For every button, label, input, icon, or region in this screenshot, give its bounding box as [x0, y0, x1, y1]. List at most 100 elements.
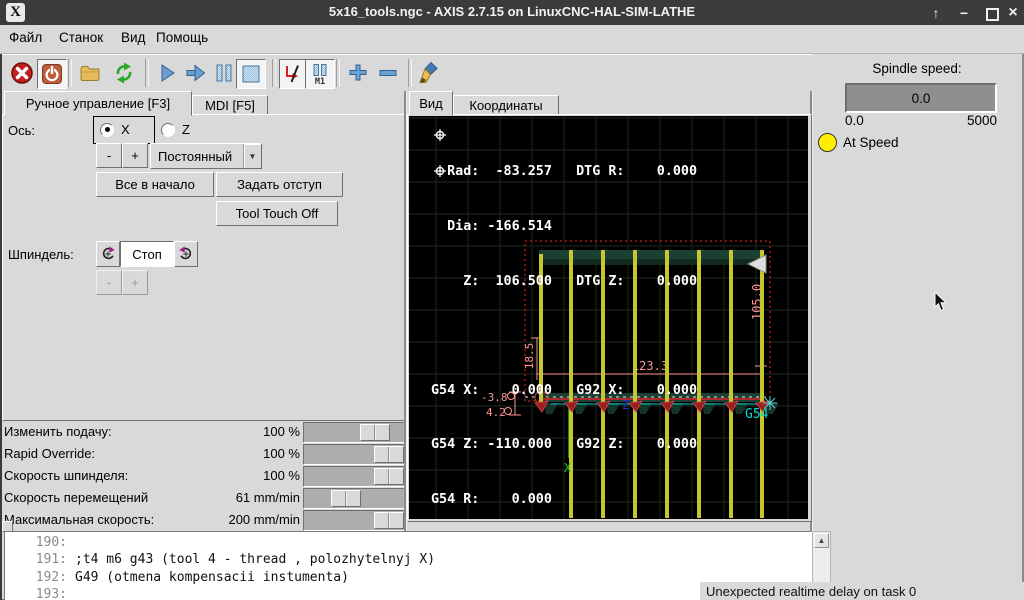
mouse-cursor [934, 292, 948, 312]
menu-machine[interactable]: Станок [59, 30, 103, 45]
toolbar: M1 [2, 54, 812, 92]
home-all-button[interactable]: Все в начало [96, 172, 214, 197]
spindle-override-slider[interactable] [303, 466, 405, 487]
stop-button[interactable] [236, 59, 266, 89]
maximize-button[interactable] [986, 8, 999, 21]
jog-mode-select[interactable]: Постоянный ▼ [150, 143, 262, 169]
spindle-override-value: 100 % [185, 468, 300, 483]
spindle-faster-button[interactable]: + [122, 270, 148, 295]
slider-thumb[interactable] [374, 512, 404, 529]
toolbar-separator [336, 59, 340, 87]
jog-mode-value: Постоянный [151, 149, 243, 164]
clear-plot-brush-icon [417, 61, 441, 85]
tab-dro[interactable]: Координаты [453, 95, 559, 116]
spindle-cw-button[interactable] [174, 241, 198, 267]
tool-touch-off-button[interactable]: Tool Touch Off [216, 201, 338, 226]
line-number: 191: [5, 552, 67, 569]
tab-manual-control-label: Ручное управление [F3] [26, 96, 170, 111]
rapid-override-label: Rapid Override: [4, 446, 95, 461]
max-velocity-row: Максимальная скорость: 200 mm/min [0, 509, 404, 531]
tab-mdi-label: MDI [F5] [205, 98, 255, 113]
axis-window: X 5x16_tools.ngc - AXIS 2.7.15 on LinuxC… [0, 0, 1024, 600]
slider-thumb[interactable] [360, 424, 390, 441]
set-offset-button[interactable]: Задать отступ [216, 172, 343, 197]
menu-help[interactable]: Помощь [156, 30, 208, 45]
reload-icon [112, 61, 136, 85]
estop-button[interactable] [8, 59, 36, 87]
machine-power-button[interactable] [37, 59, 67, 89]
radio-axis-z[interactable]: Z [161, 122, 190, 137]
optional-pause-button[interactable]: M1 [305, 59, 335, 89]
jog-minus-button[interactable]: - [96, 143, 122, 168]
shade-button[interactable]: ↑ [925, 4, 947, 22]
max-velocity-label: Максимальная скорость: [4, 512, 154, 527]
spindle-ccw-button[interactable] [96, 241, 120, 267]
spindle-speed-value: 0.0 [912, 91, 931, 106]
gcode-listing[interactable]: 190: 191:;t4 m6 g43 (tool 4 - thread , p… [4, 531, 812, 600]
tab-mdi[interactable]: MDI [F5] [192, 95, 268, 116]
radio-z-indicator [161, 123, 175, 137]
pause-icon [212, 61, 236, 85]
skip-lines-icon [282, 62, 306, 86]
dro-line: Z: 106.500 DTG Z: 0.000 [431, 273, 697, 291]
left-sash[interactable] [404, 91, 406, 531]
close-button[interactable]: × [1002, 4, 1024, 22]
gcode-line[interactable]: 191:;t4 m6 g43 (tool 4 - thread , polozh… [5, 552, 811, 569]
tab-preview[interactable]: Вид [409, 91, 453, 116]
pause-button[interactable] [210, 59, 238, 87]
slider-thumb[interactable] [374, 446, 404, 463]
gcode-line[interactable]: 192:G49 (otmena kompensacii instumenta) [5, 570, 811, 587]
window-icon: X [6, 3, 25, 22]
run-button[interactable] [153, 59, 181, 87]
status-bar: Unexpected realtime delay on task 0 [700, 582, 1024, 600]
chevron-down-icon: ▼ [243, 144, 261, 168]
minimize-button[interactable]: − [953, 4, 975, 22]
feed-override-slider[interactable] [303, 422, 405, 443]
gcode-line[interactable]: 190: [5, 535, 811, 552]
step-arrow-icon [184, 61, 208, 85]
spindle-stop-button[interactable]: Стоп [120, 241, 174, 267]
feed-override-label: Изменить подачу: [4, 424, 112, 439]
rapid-override-slider[interactable] [303, 444, 405, 465]
reload-button[interactable] [110, 59, 138, 87]
spindle-slower-button[interactable]: - [96, 270, 122, 295]
jog-speed-slider[interactable] [303, 488, 405, 509]
jog-plus-button[interactable]: + [122, 143, 148, 168]
zoom-out-icon [376, 61, 400, 85]
run-icon [155, 61, 179, 85]
gcode-scrollbar[interactable]: ▲ [812, 531, 831, 588]
max-velocity-slider[interactable] [303, 510, 405, 531]
toolbar-separator [408, 59, 412, 87]
zoom-in-icon [346, 61, 370, 85]
gcode-line[interactable]: 193: [5, 587, 811, 600]
stop-icon [239, 62, 263, 86]
clear-plot-button[interactable] [415, 59, 443, 87]
preview-canvas[interactable]: 123.3 18.5 105.0 -3.8 4.2 X Z G54 [409, 116, 808, 519]
dro-line [431, 327, 697, 345]
line-number: 193: [5, 587, 67, 600]
origin-marker [763, 396, 777, 410]
slider-thumb[interactable] [374, 468, 404, 485]
spindle-override-row: Скорость шпинделя: 100 % [0, 465, 404, 487]
radio-axis-x[interactable]: X [100, 122, 130, 137]
dro-line: G54 R: 0.000 [431, 491, 697, 509]
open-folder-icon [78, 61, 102, 85]
menu-file[interactable]: Файл [9, 30, 42, 45]
dro-line: G54 Z: -110.000 G92 Z: 0.000 [431, 436, 697, 454]
feed-override-row: Изменить подачу: 100 % [0, 421, 404, 443]
spindle-ccw-icon [99, 245, 117, 263]
overrides-panel: Изменить подачу: 100 % Rapid Override: 1… [0, 419, 406, 531]
menu-view[interactable]: Вид [121, 30, 145, 45]
open-file-button[interactable] [76, 59, 104, 87]
run-step-button[interactable] [182, 59, 210, 87]
zoom-in-button[interactable] [344, 59, 372, 87]
status-message: Unexpected realtime delay on task 0 [706, 584, 916, 599]
line-text: G49 (otmena kompensacii instumenta) [75, 570, 349, 587]
zoom-out-button[interactable] [374, 59, 402, 87]
menubar: Файл Станок Вид Помощь [0, 25, 1024, 54]
toolbar-separator [272, 59, 276, 87]
tab-manual-control[interactable]: Ручное управление [F3] [4, 91, 192, 116]
titlebar: X 5x16_tools.ngc - AXIS 2.7.15 on LinuxC… [0, 0, 1024, 25]
slider-thumb[interactable] [331, 490, 361, 507]
scroll-up-icon[interactable]: ▲ [814, 533, 829, 548]
